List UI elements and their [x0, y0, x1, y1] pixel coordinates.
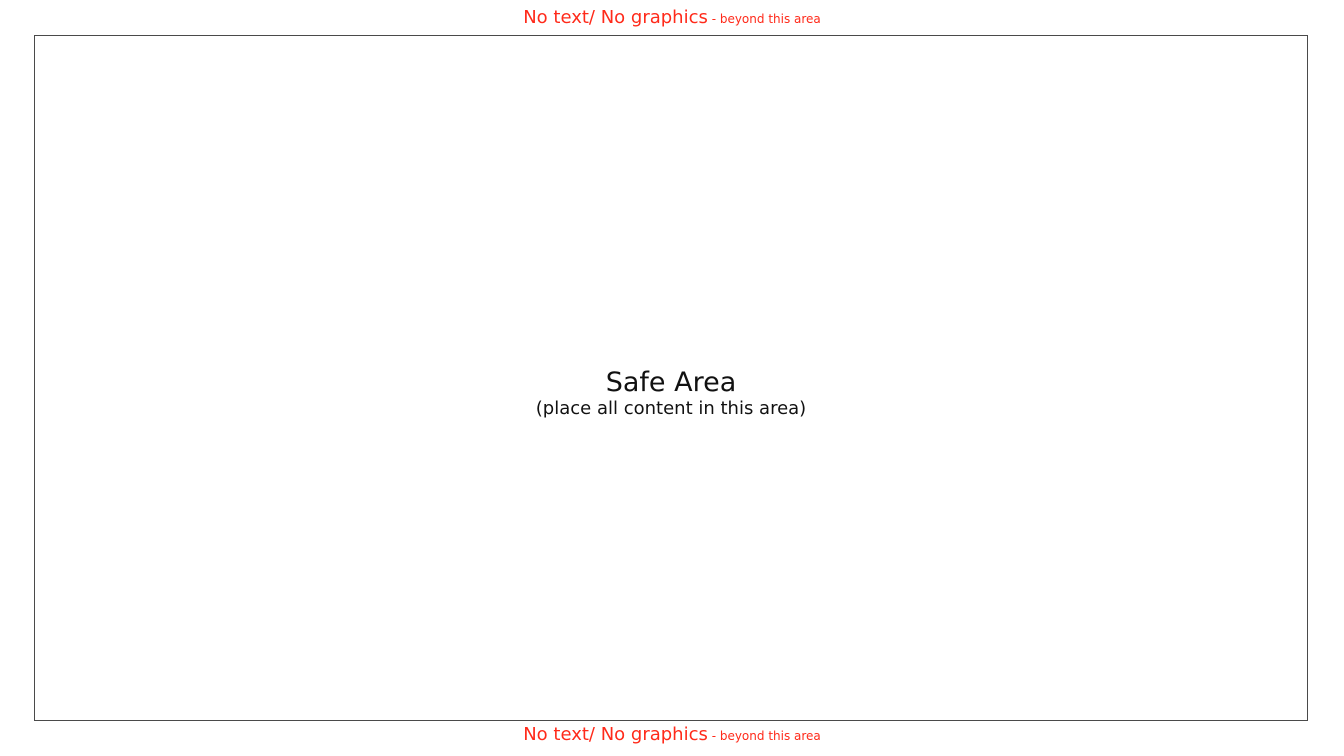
- bottom-notice-main-text: No text/ No graphics: [523, 724, 708, 745]
- top-notice-main-text: No text/ No graphics: [523, 7, 708, 28]
- safe-area-subtitle: (place all content in this area): [535, 398, 807, 419]
- bottom-restriction-notice: No text/ No graphics - beyond this area: [0, 724, 1344, 745]
- top-notice-small-text: - beyond this area: [707, 12, 821, 26]
- top-restriction-notice: No text/ No graphics - beyond this area: [0, 7, 1344, 28]
- safe-area-frame: Safe Area (place all content in this are…: [34, 35, 1308, 721]
- bottom-notice-small-text: - beyond this area: [707, 729, 821, 743]
- safe-area-title: Safe Area: [605, 367, 737, 398]
